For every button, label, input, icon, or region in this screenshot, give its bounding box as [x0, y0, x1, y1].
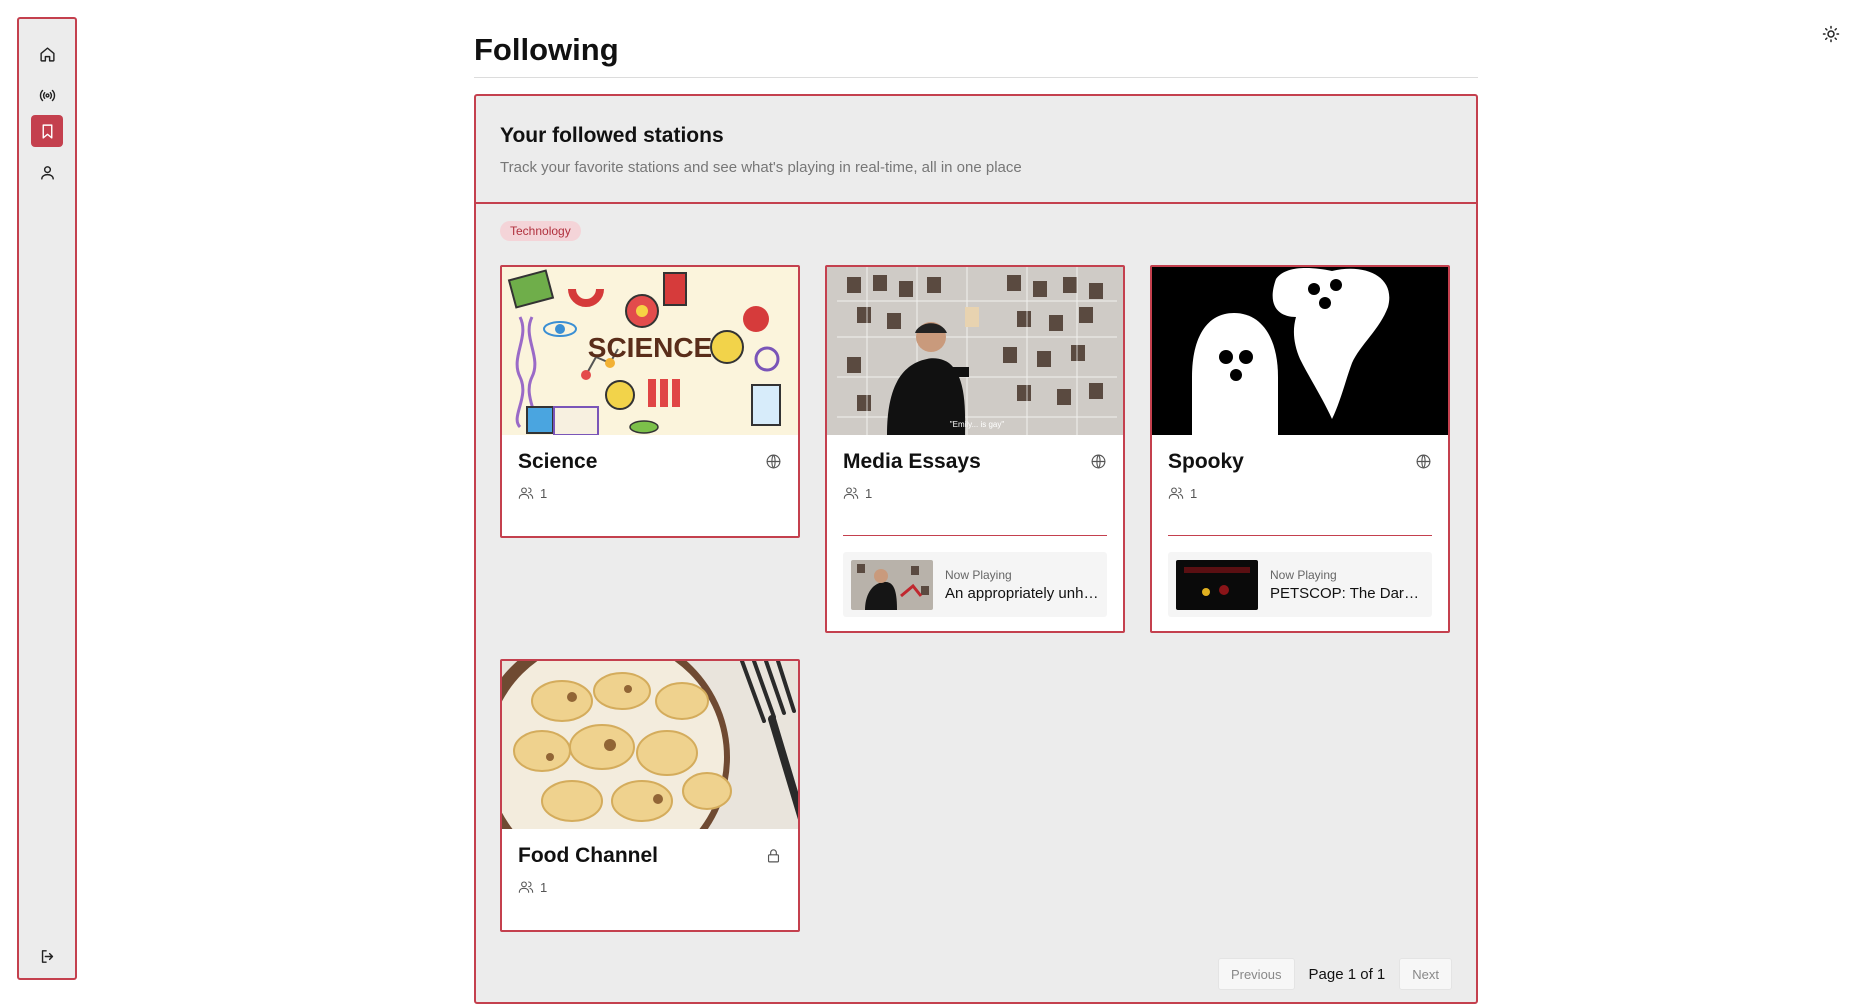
station-card-food-channel[interactable]: Food Channel 1: [500, 659, 800, 932]
globe-icon: [766, 454, 781, 469]
media-essays-image: "Emily... is gay": [827, 267, 1123, 435]
bookmark-icon: [42, 123, 52, 139]
page-indicator: Page 1 of 1: [1308, 965, 1386, 983]
now-playing[interactable]: Now Playing PETSCOP: The Dark Secret: [1168, 552, 1432, 617]
listener-count-value: 1: [865, 485, 873, 501]
now-playing-title: An appropriately unhinged video essay: [945, 584, 1099, 602]
visibility-indicator: [765, 847, 782, 864]
visibility-indicator: [765, 453, 782, 470]
users-icon: [843, 487, 859, 499]
station-card-spooky[interactable]: Spooky 1 Now Playing PETSCOP: The Dark S…: [1150, 265, 1450, 633]
now-playing-label: Now Playing: [945, 567, 1012, 582]
now-playing-label: Now Playing: [1270, 567, 1337, 582]
station-card-science[interactable]: SCIENCE Science 1: [500, 265, 800, 538]
listener-count: 1: [1168, 485, 1197, 501]
home-icon: [39, 46, 55, 62]
card-divider: [843, 535, 1107, 536]
panel-subheading: Track your favorite stations and see wha…: [500, 159, 1022, 176]
globe-icon: [1416, 454, 1431, 469]
users-icon: [518, 487, 534, 499]
user-icon: [40, 165, 54, 180]
logout-icon: [41, 949, 53, 963]
listener-count: 1: [843, 485, 872, 501]
listener-count-value: 1: [1190, 485, 1198, 501]
panel-header: Your followed stations Track your favori…: [476, 96, 1476, 204]
pagination: Previous Page 1 of 1 Next: [1217, 958, 1452, 990]
sidebar-item-following[interactable]: [31, 115, 63, 147]
title-divider: [474, 77, 1478, 78]
station-thumbnail: SCIENCE: [502, 267, 798, 435]
station-thumbnail: [502, 661, 798, 829]
card-divider: [1168, 535, 1432, 536]
logout-button[interactable]: [31, 940, 63, 972]
users-icon: [518, 881, 534, 893]
visibility-indicator: [1090, 453, 1107, 470]
now-playing-thumbnail: [851, 559, 933, 610]
next-page-button[interactable]: Next: [1399, 958, 1452, 990]
now-playing-title: PETSCOP: The Dark Secret: [1270, 584, 1424, 602]
sidebar: [17, 17, 77, 980]
lock-icon: [767, 849, 780, 863]
visibility-indicator: [1415, 453, 1432, 470]
broadcast-icon: [39, 89, 55, 101]
globe-icon: [1091, 454, 1106, 469]
page-title: Following: [474, 32, 619, 67]
station-name: Food Channel: [518, 844, 658, 867]
science-doodle-image: SCIENCE: [502, 267, 798, 435]
food-image: [502, 661, 798, 829]
now-playing-thumbnail: [1176, 559, 1258, 610]
theme-toggle-button[interactable]: [1819, 22, 1843, 46]
users-icon: [1168, 487, 1184, 499]
now-playing[interactable]: Now Playing An appropriately unhinged vi…: [843, 552, 1107, 617]
sun-icon: [1822, 25, 1840, 43]
previous-page-button[interactable]: Previous: [1217, 958, 1295, 990]
sidebar-item-home[interactable]: [31, 38, 63, 70]
station-name: Science: [518, 450, 598, 473]
station-thumbnail: [1152, 267, 1448, 435]
category-tag[interactable]: Technology: [500, 221, 581, 241]
station-card-media-essays[interactable]: "Emily... is gay" Media Essays 1 Now Pla…: [825, 265, 1125, 633]
followed-stations-panel: Your followed stations Track your favori…: [474, 94, 1478, 1004]
station-name: Spooky: [1168, 450, 1244, 473]
listener-count: 1: [518, 485, 547, 501]
listener-count: 1: [518, 879, 547, 895]
svg-text:"Emily... is gay": "Emily... is gay": [950, 420, 1005, 429]
listener-count-value: 1: [540, 879, 548, 895]
svg-text:SCIENCE: SCIENCE: [588, 332, 712, 363]
listener-count-value: 1: [540, 485, 548, 501]
station-thumbnail: "Emily... is gay": [827, 267, 1123, 435]
ghosts-image: [1152, 267, 1448, 435]
sidebar-item-stations[interactable]: [31, 79, 63, 111]
panel-heading: Your followed stations: [500, 124, 724, 147]
station-name: Media Essays: [843, 450, 981, 473]
sidebar-item-profile[interactable]: [31, 156, 63, 188]
